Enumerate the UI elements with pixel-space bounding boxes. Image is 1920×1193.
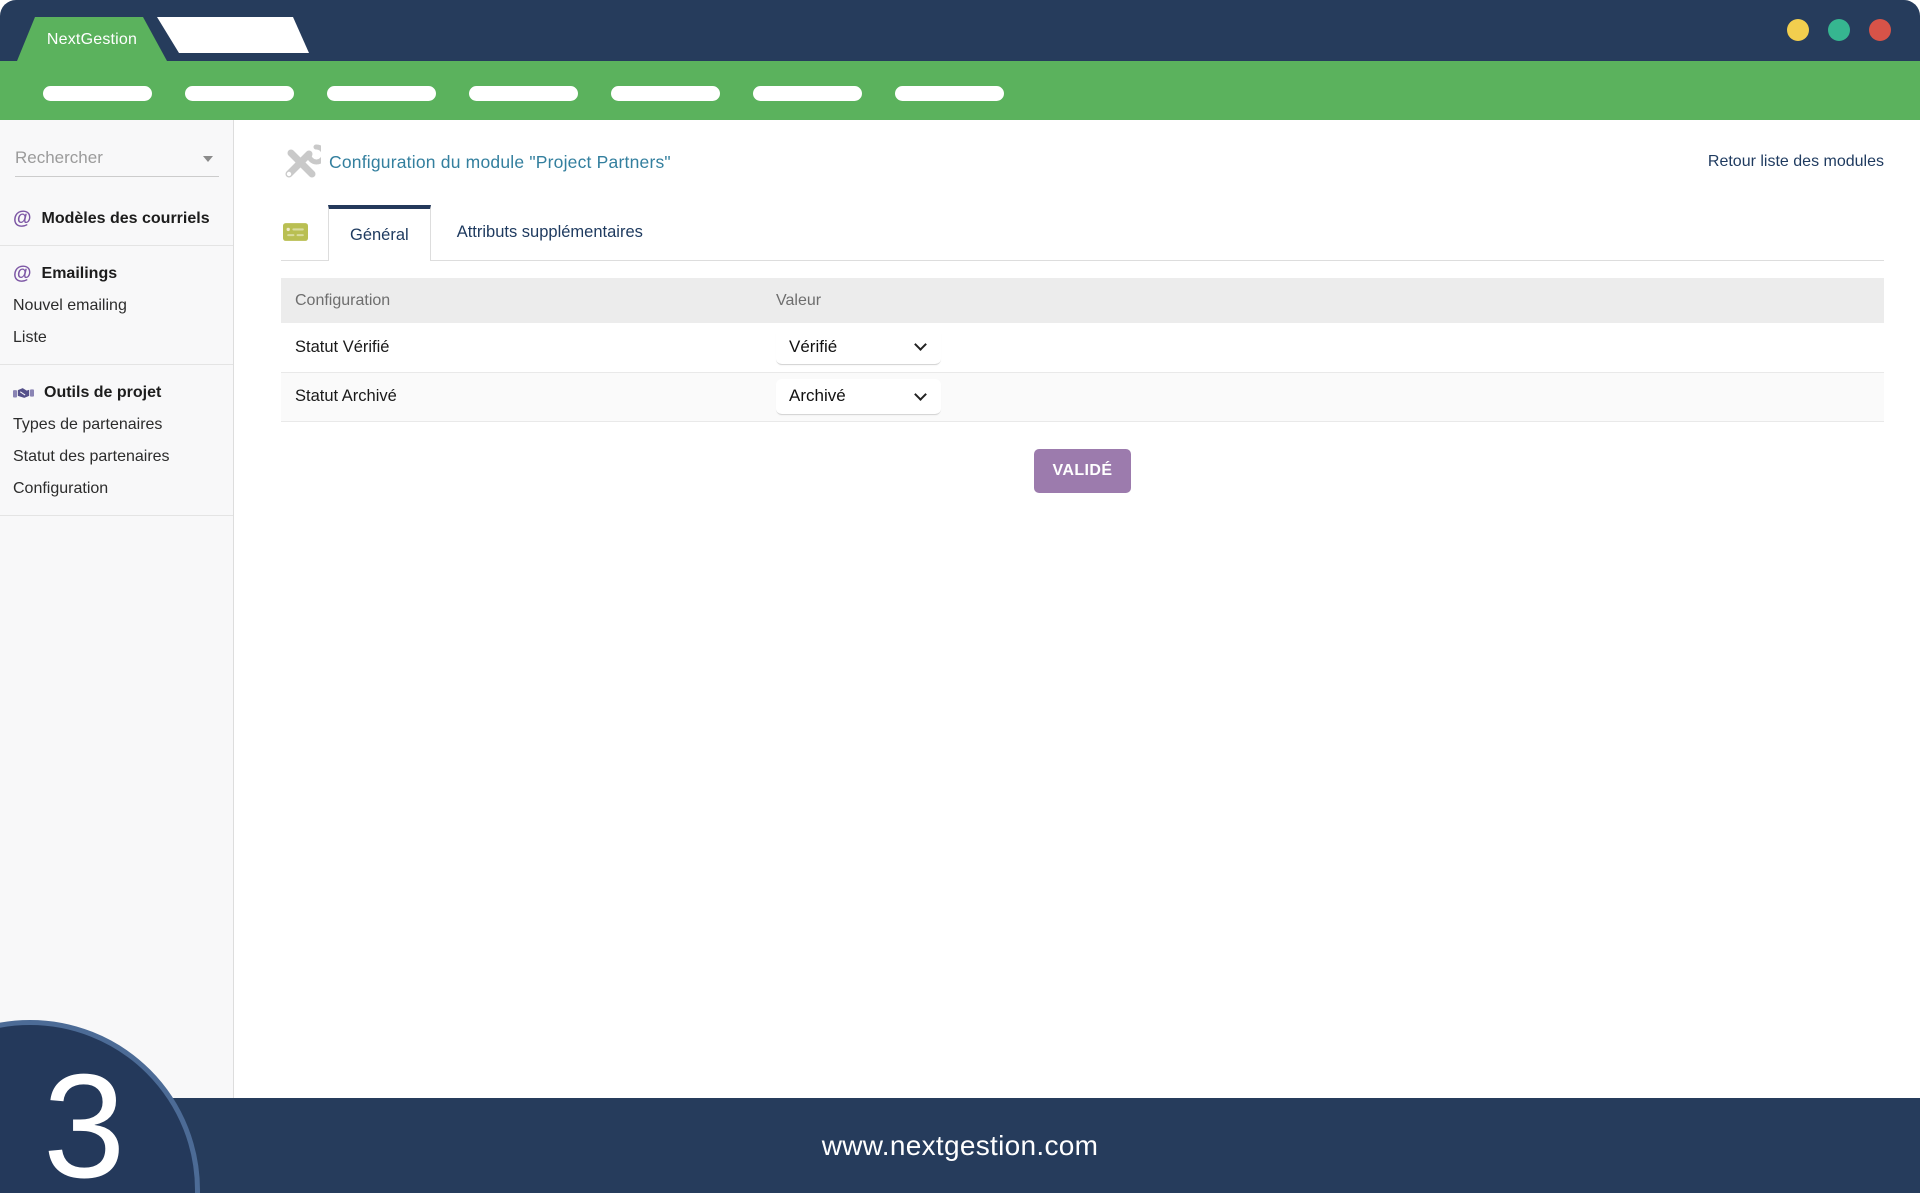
sidebar-section-emailings[interactable]: @ Emailings bbox=[0, 258, 233, 290]
chevron-down-icon bbox=[914, 338, 927, 352]
sidebar-section-label: Emailings bbox=[41, 265, 118, 282]
nav-pill[interactable] bbox=[895, 86, 1004, 101]
search-input[interactable] bbox=[15, 141, 219, 175]
page-header: Configuration du module "Project Partner… bbox=[281, 143, 1884, 181]
page-number: 3 bbox=[43, 1044, 126, 1193]
sidebar: @ Modèles des courriels @ Emailings Nouv… bbox=[0, 120, 234, 1098]
chevron-down-icon[interactable] bbox=[203, 156, 213, 162]
tools-icon bbox=[285, 144, 321, 178]
handshake-icon bbox=[13, 386, 34, 400]
sidebar-section-label: Modèles des courriels bbox=[41, 210, 210, 227]
window-dot-yellow[interactable] bbox=[1787, 19, 1809, 41]
tab-attributs-supplementaires[interactable]: Attributs supplémentaires bbox=[431, 205, 669, 260]
window-controls bbox=[1787, 19, 1891, 41]
brand-tab[interactable]: NextGestion bbox=[17, 17, 167, 61]
nav-pill[interactable] bbox=[469, 86, 578, 101]
tabs: Général Attributs supplémentaires bbox=[281, 205, 1884, 261]
window-dot-teal[interactable] bbox=[1828, 19, 1850, 41]
select-value: Vérifié bbox=[789, 336, 838, 356]
sidebar-item-types-de-partenaires[interactable]: Types de partenaires bbox=[0, 409, 233, 441]
at-icon: @ bbox=[13, 208, 32, 229]
sidebar-search bbox=[15, 141, 219, 177]
nav-pill[interactable] bbox=[327, 86, 436, 101]
row-label: Statut Vérifié bbox=[281, 323, 762, 373]
chevron-down-icon bbox=[914, 387, 927, 401]
tab-general[interactable]: Général bbox=[328, 205, 431, 261]
table-row: Statut Vérifié Vérifié bbox=[281, 323, 1884, 373]
column-header-valeur: Valeur bbox=[762, 278, 1884, 323]
divider bbox=[0, 515, 233, 516]
validate-button[interactable]: VALIDÉ bbox=[1033, 448, 1132, 493]
sidebar-menu: @ Modèles des courriels @ Emailings Nouv… bbox=[0, 177, 233, 516]
top-bar: NextGestion bbox=[0, 0, 1920, 61]
sidebar-item-statut-des-partenaires[interactable]: Statut des partenaires bbox=[0, 441, 233, 473]
module-card-icon bbox=[283, 223, 308, 241]
table-row: Statut Archivé Archivé bbox=[281, 372, 1884, 422]
statut-archive-select[interactable]: Archivé bbox=[776, 378, 941, 415]
divider bbox=[0, 364, 233, 365]
divider bbox=[0, 245, 233, 246]
brand-name: NextGestion bbox=[46, 31, 138, 48]
sidebar-section-outils-de-projet[interactable]: Outils de projet bbox=[0, 377, 233, 409]
main-nav-bar bbox=[0, 61, 1920, 120]
footer-url: www.nextgestion.com bbox=[821, 1129, 1099, 1161]
page-title: Configuration du module "Project Partner… bbox=[329, 151, 671, 172]
page: NextGestion @ Modèles des courriels bbox=[0, 0, 1920, 1193]
nav-pill[interactable] bbox=[185, 86, 294, 101]
sidebar-section-modeles-courriels[interactable]: @ Modèles des courriels bbox=[0, 203, 233, 235]
column-header-configuration: Configuration bbox=[281, 278, 762, 323]
table-header-row: Configuration Valeur bbox=[281, 278, 1884, 323]
back-to-modules-link[interactable]: Retour liste des modules bbox=[1708, 153, 1884, 171]
sidebar-item-nouvel-emailing[interactable]: Nouvel emailing bbox=[0, 290, 233, 322]
at-icon: @ bbox=[13, 263, 32, 284]
nav-pill[interactable] bbox=[611, 86, 720, 101]
main-content: Configuration du module "Project Partner… bbox=[235, 120, 1920, 1098]
brand-accent-shape bbox=[157, 17, 309, 53]
row-label: Statut Archivé bbox=[281, 372, 762, 422]
sidebar-item-liste[interactable]: Liste bbox=[0, 322, 233, 354]
nav-pill[interactable] bbox=[753, 86, 862, 101]
nav-pill[interactable] bbox=[43, 86, 152, 101]
statut-verifie-select[interactable]: Vérifié bbox=[776, 329, 941, 366]
footer: www.nextgestion.com bbox=[0, 1098, 1920, 1193]
sidebar-section-label: Outils de projet bbox=[44, 384, 162, 401]
configuration-table: Configuration Valeur Statut Vérifié Véri… bbox=[281, 278, 1884, 422]
window-dot-red[interactable] bbox=[1869, 19, 1891, 41]
select-value: Archivé bbox=[789, 386, 846, 405]
sidebar-item-configuration[interactable]: Configuration bbox=[0, 473, 233, 505]
